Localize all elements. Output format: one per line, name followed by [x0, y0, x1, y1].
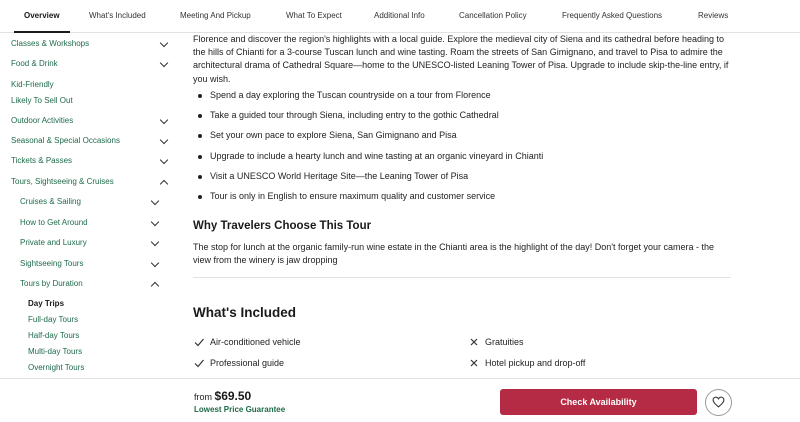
check-icon	[194, 359, 204, 368]
tab-what-to-expect[interactable]: What To Expect	[286, 0, 342, 32]
sidebar-item-food-drink[interactable]: Food & Drink	[0, 56, 180, 72]
chevron-down-icon[interactable]	[150, 258, 160, 268]
sidebar-item-classes-workshops[interactable]: Classes & Workshops	[0, 36, 180, 52]
highlight-item: Upgrade to include a hearty lunch and wi…	[193, 150, 733, 164]
sidebar-item-full-day-tours[interactable]: Full-day Tours	[0, 312, 180, 328]
chevron-up-icon[interactable]	[150, 281, 160, 291]
sidebar-item-tours-sightseeing-cruises[interactable]: Tours, Sightseeing & Cruises	[0, 174, 180, 190]
main-content: Florence and discover the region's highl…	[193, 33, 738, 378]
sidebar-item-sightseeing-tours[interactable]: Sightseeing Tours	[0, 256, 180, 272]
highlight-item: Set your own pace to explore Siena, San …	[193, 129, 733, 143]
whats-included-heading: What's Included	[193, 305, 296, 320]
tab-meeting-and-pickup[interactable]: Meeting And Pickup	[180, 0, 251, 32]
tab-whats-included[interactable]: What's Included	[89, 0, 146, 32]
sidebar-item-label: Outdoor Activities	[11, 116, 74, 125]
highlight-item: Tour is only in English to ensure maximu…	[193, 190, 733, 204]
sidebar-item-label: Full-day Tours	[28, 315, 79, 324]
booking-bar: from $69.50 Lowest Price Guarantee Check…	[0, 378, 800, 422]
sidebar-item-tickets-passes[interactable]: Tickets & Passes	[0, 153, 180, 169]
sidebar-item-label: Sightseeing Tours	[20, 259, 84, 268]
price-display: from $69.50	[194, 389, 251, 403]
bullet-icon	[198, 94, 202, 98]
sidebar-item-seasonal-special[interactable]: Seasonal & Special Occasions	[0, 133, 180, 149]
lowest-price-guarantee-link[interactable]: Lowest Price Guarantee	[194, 405, 285, 414]
sidebar-item-label: Cruises & Sailing	[20, 197, 81, 206]
price-prefix: from	[194, 392, 212, 402]
chevron-down-icon[interactable]	[150, 237, 160, 247]
check-availability-button[interactable]: Check Availability	[500, 389, 697, 415]
overview-description: Florence and discover the region's highl…	[193, 34, 729, 84]
category-sidebar: Classes & Workshops Food & Drink Kid-Fri…	[0, 33, 185, 378]
heart-icon	[712, 396, 725, 408]
tab-reviews[interactable]: Reviews	[698, 0, 728, 32]
chevron-down-icon[interactable]	[159, 115, 169, 125]
bullet-icon	[198, 155, 202, 159]
chevron-down-icon[interactable]	[159, 38, 169, 48]
wishlist-button[interactable]	[705, 389, 732, 416]
tab-faq[interactable]: Frequently Asked Questions	[562, 0, 662, 32]
traveler-review: The stop for lunch at the organic family…	[193, 242, 714, 266]
chevron-down-icon[interactable]	[150, 196, 160, 206]
tab-additional-info[interactable]: Additional Info	[374, 0, 425, 32]
bullet-icon	[198, 175, 202, 179]
sidebar-item-label: Private and Luxury	[20, 238, 87, 247]
price-value: $69.50	[214, 389, 252, 403]
sidebar-item-label: Seasonal & Special Occasions	[11, 136, 120, 145]
sidebar-item-day-trips[interactable]: Day Trips	[0, 296, 180, 312]
sidebar-item-overnight-tours[interactable]: Overnight Tours	[0, 360, 180, 376]
highlight-item: Spend a day exploring the Tuscan country…	[193, 89, 733, 103]
sidebar-item-kid-friendly[interactable]: Kid-Friendly	[0, 77, 180, 93]
sidebar-item-label: Kid-Friendly	[11, 80, 54, 89]
sidebar-item-label: Food & Drink	[11, 59, 58, 68]
sidebar-item-half-day-tours[interactable]: Half-day Tours	[0, 328, 180, 344]
bullet-icon	[198, 195, 202, 199]
sidebar-item-label: Classes & Workshops	[11, 39, 90, 48]
sidebar-item-cruises-sailing[interactable]: Cruises & Sailing	[0, 194, 180, 210]
sidebar-item-label: Likely To Sell Out	[11, 96, 73, 105]
bullet-icon	[198, 134, 202, 138]
sidebar-item-multi-day-tours[interactable]: Multi-day Tours	[0, 344, 180, 360]
sidebar-item-label: Tickets & Passes	[11, 156, 73, 165]
x-icon	[470, 359, 478, 367]
tab-cancellation-policy[interactable]: Cancellation Policy	[459, 0, 527, 32]
sidebar-item-label: Half-day Tours	[28, 331, 80, 340]
sidebar-item-how-to-get-around[interactable]: How to Get Around	[0, 215, 180, 231]
sidebar-item-tours-by-duration[interactable]: Tours by Duration	[0, 276, 180, 292]
sidebar-item-label: Tours, Sightseeing & Cruises	[11, 177, 114, 186]
sidebar-item-label: Tours by Duration	[20, 279, 83, 288]
bullet-icon	[198, 114, 202, 118]
section-divider	[193, 277, 731, 278]
why-travelers-heading: Why Travelers Choose This Tour	[193, 220, 372, 232]
section-tabs: Overview What's Included Meeting And Pic…	[0, 0, 800, 33]
chevron-down-icon[interactable]	[159, 135, 169, 145]
chevron-up-icon[interactable]	[159, 179, 169, 189]
chevron-down-icon[interactable]	[150, 217, 160, 227]
sidebar-item-label: Overnight Tours	[28, 363, 85, 372]
highlight-item: Take a guided tour through Siena, includ…	[193, 109, 733, 123]
sidebar-item-likely-to-sell-out[interactable]: Likely To Sell Out	[0, 93, 180, 109]
sidebar-item-private-luxury[interactable]: Private and Luxury	[0, 235, 180, 251]
chevron-down-icon[interactable]	[159, 58, 169, 68]
check-icon	[194, 338, 204, 347]
sidebar-item-label: How to Get Around	[20, 218, 88, 227]
tab-overview[interactable]: Overview	[14, 0, 70, 33]
sidebar-item-label: Multi-day Tours	[28, 347, 83, 356]
sidebar-item-label: Day Trips	[28, 299, 65, 308]
chevron-down-icon[interactable]	[159, 155, 169, 165]
sidebar-item-outdoor-activities[interactable]: Outdoor Activities	[0, 113, 180, 129]
x-icon	[470, 338, 478, 346]
highlight-item: Visit a UNESCO World Heritage Site—the L…	[193, 170, 733, 184]
